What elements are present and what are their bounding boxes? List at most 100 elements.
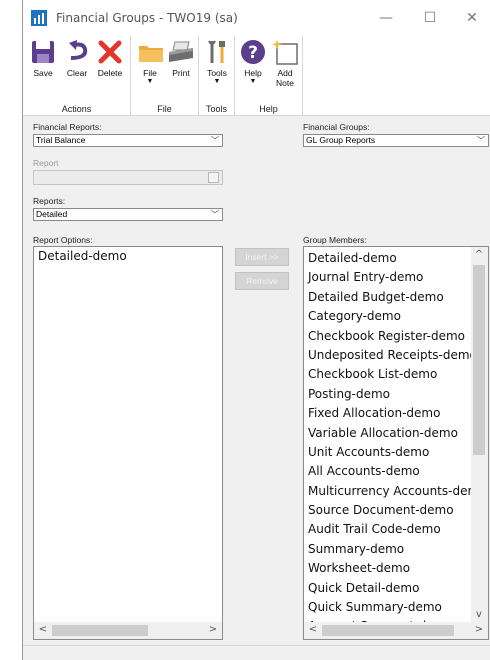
financial-reports-label: Financial Reports: — [33, 122, 102, 132]
reports-value: Detailed — [36, 209, 68, 219]
list-item[interactable]: Variable Allocation-demo — [304, 424, 472, 443]
add-note-label-line2: Note — [276, 78, 294, 88]
clear-icon — [69, 40, 88, 60]
add-note-icon — [272, 40, 298, 65]
delete-button[interactable]: Delete — [95, 38, 125, 78]
list-item[interactable]: Undeposited Receipts-demo — [304, 346, 477, 365]
scrollbar-thumb[interactable] — [52, 625, 148, 636]
list-item[interactable]: Unit Accounts-demo — [304, 443, 472, 462]
report-label: Report — [33, 158, 59, 168]
clear-label: Clear — [66, 68, 88, 78]
list-item[interactable]: Category-demo — [304, 307, 472, 326]
file-label: File — [143, 68, 157, 78]
save-icon — [32, 41, 54, 63]
help-icon: ? — [241, 40, 265, 64]
ribbon-group-help: ? Help ▼ Add Note Help — [235, 36, 303, 116]
insert-button[interactable]: Insert >> — [235, 248, 289, 266]
save-button[interactable]: Save — [29, 38, 57, 78]
report-options-label: Report Options: — [33, 235, 93, 245]
tools-label: Tools — [207, 68, 227, 78]
ribbon-group-file: File ▼ Print File — [131, 36, 199, 116]
help-dropdown-caret-icon: ▼ — [249, 78, 257, 85]
list-item[interactable]: Summary-demo — [304, 540, 472, 559]
save-label: Save — [33, 68, 53, 78]
reports-dropdown[interactable]: Detailed ﹀ — [33, 208, 223, 221]
list-item[interactable]: Multicurrency Accounts-demo — [304, 482, 487, 501]
window-title: Financial Groups - TWO19 (sa) — [56, 11, 238, 25]
list-item[interactable]: Quick Summary-demo — [304, 598, 472, 617]
status-bar — [23, 645, 490, 660]
list-item[interactable]: Checkbook List-demo — [304, 365, 472, 384]
vertical-scrollbar[interactable]: ^ v — [471, 247, 488, 622]
list-item[interactable]: Worksheet-demo — [304, 559, 472, 578]
help-button[interactable]: ? Help ▼ — [239, 38, 267, 85]
app-chart-icon — [31, 10, 47, 26]
background-area — [0, 0, 22, 660]
maximize-button[interactable]: ☐ — [415, 6, 445, 30]
group-members-items: Detailed-demo Journal Entry-demo Detaile… — [304, 249, 487, 637]
actions-group-label: Actions — [61, 104, 92, 114]
print-label: Print — [172, 68, 190, 78]
add-note-button[interactable]: Add Note — [271, 38, 299, 88]
financial-groups-label: Financial Groups: — [303, 122, 370, 132]
minimize-button[interactable]: — — [371, 6, 401, 30]
add-note-label-line1: Add — [277, 68, 293, 78]
list-item[interactable]: Source Document-demo — [304, 501, 472, 520]
file-group-label: File — [157, 104, 172, 114]
list-item[interactable]: Quick Detail-demo — [304, 579, 472, 598]
list-item[interactable]: Journal Entry-demo — [304, 268, 472, 287]
scroll-down-icon[interactable]: v — [472, 609, 486, 620]
list-item[interactable]: Checkbook Register-demo — [304, 327, 472, 346]
svg-text:?: ? — [248, 43, 258, 63]
lookup-icon — [208, 172, 219, 183]
list-item[interactable]: Posting-demo — [304, 385, 472, 404]
financial-groups-window: Financial Groups - TWO19 (sa) — ☐ ✕ Save… — [22, 0, 490, 660]
scrollbar-thumb[interactable] — [322, 625, 454, 636]
list-item[interactable]: Detailed-demo — [304, 249, 472, 268]
clear-button[interactable]: Clear — [63, 38, 91, 78]
report-options-list[interactable]: Detailed-demo < > — [33, 246, 223, 640]
horizontal-scrollbar[interactable]: < > — [304, 622, 488, 639]
list-item[interactable]: All Accounts-demo — [304, 462, 472, 481]
scrollbar-thumb[interactable] — [473, 265, 485, 455]
chevron-down-icon: ﹀ — [211, 210, 219, 219]
file-icon — [139, 46, 163, 62]
close-button[interactable]: ✕ — [457, 6, 487, 30]
tools-group-label: Tools — [205, 104, 227, 114]
tools-button[interactable]: Tools ▼ — [203, 38, 231, 85]
tools-icon — [208, 40, 225, 63]
horizontal-scrollbar[interactable]: < > — [34, 622, 222, 639]
list-item[interactable]: Detailed-demo — [34, 247, 222, 266]
list-item[interactable]: Fixed Allocation-demo — [304, 404, 472, 423]
scroll-left-icon[interactable]: < — [306, 624, 320, 635]
report-field — [33, 170, 223, 185]
help-label: Help — [244, 68, 262, 78]
financial-reports-dropdown[interactable]: Trial Balance ﹀ — [33, 134, 223, 147]
print-button[interactable]: Print — [167, 38, 195, 78]
group-members-label: Group Members: — [303, 235, 367, 245]
list-item[interactable]: Detailed Budget-demo — [304, 288, 472, 307]
title-bar: Financial Groups - TWO19 (sa) — ☐ ✕ — [23, 0, 490, 36]
scroll-left-icon[interactable]: < — [36, 624, 50, 635]
help-group-label: Help — [259, 104, 278, 114]
file-button[interactable]: File ▼ — [137, 38, 163, 85]
delete-label: Delete — [97, 68, 123, 78]
financial-groups-value: GL Group Reports — [306, 135, 376, 145]
tools-dropdown-caret-icon: ▼ — [213, 78, 221, 85]
chevron-down-icon: ﹀ — [211, 136, 219, 145]
ribbon-group-actions: Save Clear Delete Actions — [23, 36, 131, 116]
chevron-down-icon: ﹀ — [477, 136, 485, 145]
financial-groups-dropdown[interactable]: GL Group Reports ﹀ — [303, 134, 489, 147]
group-members-list[interactable]: Detailed-demo Journal Entry-demo Detaile… — [303, 246, 489, 640]
scroll-right-icon[interactable]: > — [206, 624, 220, 635]
scroll-up-icon[interactable]: ^ — [472, 249, 486, 260]
reports-label: Reports: — [33, 196, 66, 206]
list-item[interactable]: Audit Trail Code-demo — [304, 520, 472, 539]
file-dropdown-caret-icon: ▼ — [146, 78, 154, 85]
delete-icon — [98, 40, 122, 64]
ribbon-toolbar: Save Clear Delete Actions File ▼ Print F… — [23, 36, 490, 116]
ribbon-group-tools: Tools ▼ Tools — [199, 36, 235, 116]
remove-button[interactable]: Remove — [235, 272, 289, 290]
print-icon — [169, 41, 193, 62]
scroll-right-icon[interactable]: > — [472, 624, 486, 635]
